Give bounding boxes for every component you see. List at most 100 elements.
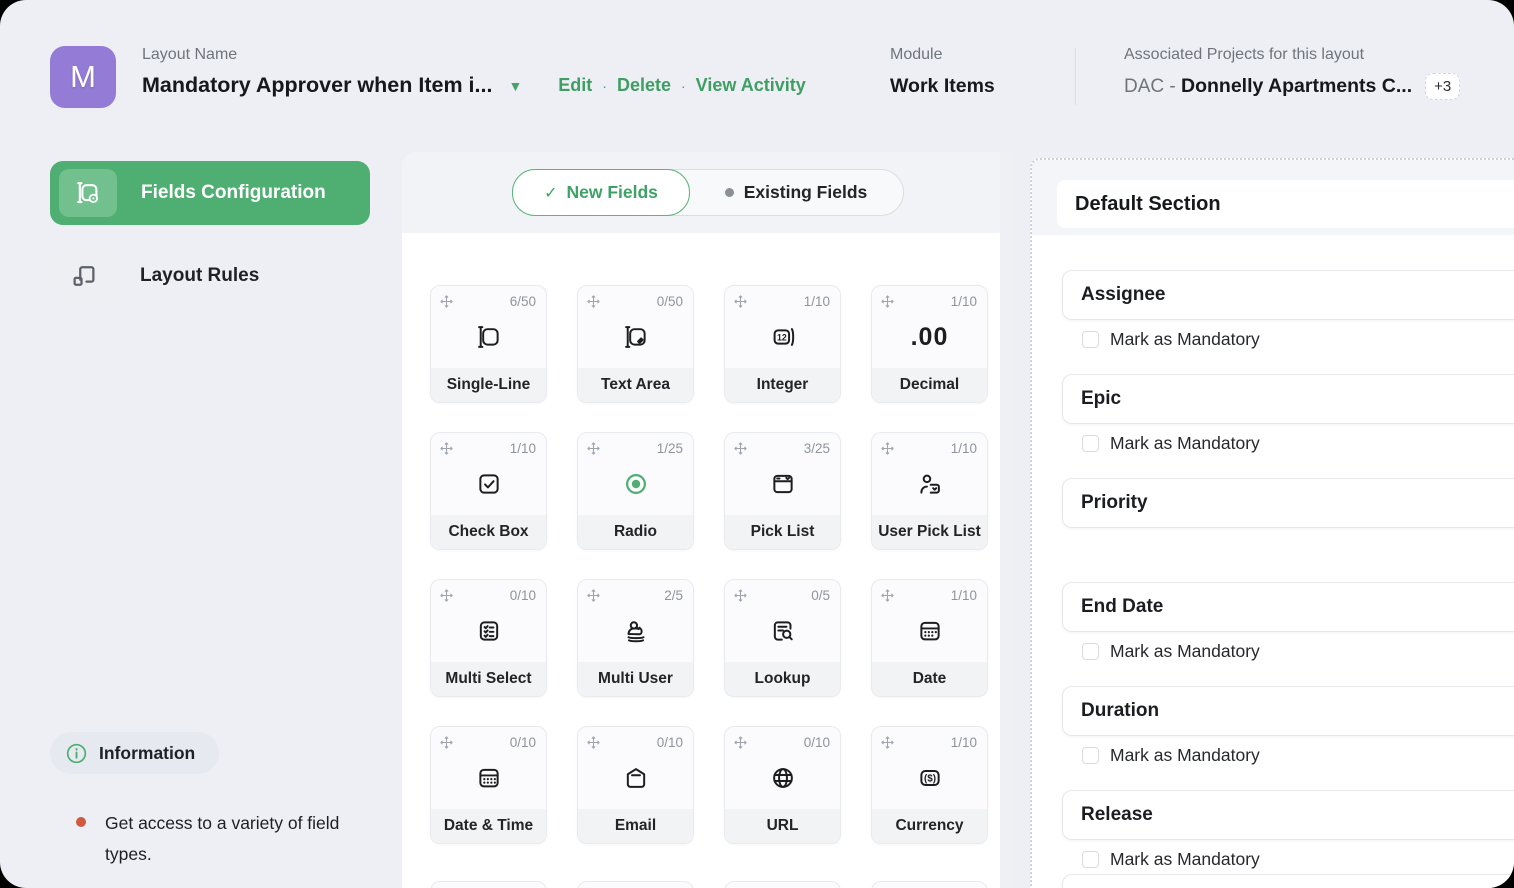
move-icon[interactable]: [881, 442, 894, 455]
field-name-box[interactable]: Assignee: [1062, 270, 1514, 320]
field-type-card[interactable]: 1/25 Radio: [577, 432, 694, 550]
view-activity-button[interactable]: View Activity: [696, 75, 806, 96]
field-type-card[interactable]: 1/10 Date: [871, 579, 988, 697]
multi-select-icon: [431, 607, 546, 655]
sidebar-item-layout-rules[interactable]: Layout Rules: [50, 246, 370, 306]
move-icon[interactable]: [734, 442, 747, 455]
date-time-icon: [431, 754, 546, 802]
field-type-label: Multi Select: [445, 670, 531, 688]
mandatory-row: Mark as Mandatory: [1082, 745, 1514, 766]
url-icon: [725, 754, 840, 802]
move-icon[interactable]: [440, 442, 453, 455]
field-type-card[interactable]: 3/25 Pick List: [724, 432, 841, 550]
move-icon[interactable]: [881, 736, 894, 749]
chevron-down-icon[interactable]: ▼: [508, 78, 522, 94]
layout-name-label: Layout Name: [142, 46, 806, 64]
clipped-field-box: [1062, 874, 1514, 888]
move-icon[interactable]: [734, 589, 747, 602]
module-value: Work Items: [890, 75, 995, 98]
section-fields: Assignee Mark as Mandatory Epic Mark as …: [1032, 235, 1514, 888]
field-count: 0/10: [510, 588, 536, 603]
mandatory-checkbox[interactable]: [1082, 851, 1099, 868]
field-type-card[interactable]: 1/10 .00 Decimal: [871, 285, 988, 403]
field-type-card[interactable]: 0/10 Multi Select: [430, 579, 547, 697]
single-line-icon: [431, 313, 546, 361]
mandatory-checkbox[interactable]: [1082, 435, 1099, 452]
email-icon: [578, 754, 693, 802]
field-type-label: Radio: [614, 523, 657, 541]
clipped-card: [430, 881, 547, 888]
field-type-card[interactable]: 0/5 Lookup: [724, 579, 841, 697]
more-projects-badge[interactable]: +3: [1425, 73, 1460, 100]
edit-button[interactable]: Edit: [558, 75, 592, 96]
info-icon: [66, 743, 87, 764]
field-name-box[interactable]: Epic: [1062, 374, 1514, 424]
field-name-box[interactable]: Priority: [1062, 478, 1514, 528]
move-icon[interactable]: [587, 442, 600, 455]
mandatory-row: Mark as Mandatory: [1082, 849, 1514, 870]
field-type-label: URL: [767, 817, 799, 835]
field-count: 1/10: [804, 294, 830, 309]
project-code: DAC -: [1124, 76, 1181, 98]
section-title[interactable]: Default Section: [1057, 180, 1514, 228]
field-type-card[interactable]: 1/10 User Pick List: [871, 432, 988, 550]
field-type-label: Decimal: [900, 376, 959, 394]
mandatory-row: Mark as Mandatory: [1082, 433, 1514, 454]
move-icon[interactable]: [587, 589, 600, 602]
mandatory-checkbox[interactable]: [1082, 331, 1099, 348]
field-type-label: Lookup: [755, 670, 811, 688]
field-type-card[interactable]: 2/5 Multi User: [577, 579, 694, 697]
module-block: Module Work Items: [890, 46, 995, 98]
field-name-box[interactable]: Release: [1062, 790, 1514, 840]
clipped-card-row: [430, 881, 988, 888]
layout-field: Epic Mark as Mandatory: [1032, 374, 1514, 454]
move-icon[interactable]: [440, 589, 453, 602]
field-type-card[interactable]: 1/10 12 Integer: [724, 285, 841, 403]
mandatory-checkbox[interactable]: [1082, 643, 1099, 660]
tab-new-fields[interactable]: ✓ New Fields: [512, 169, 690, 216]
mandatory-label: Mark as Mandatory: [1110, 641, 1260, 662]
field-type-card[interactable]: 0/50 Text Area: [577, 285, 694, 403]
field-count: 1/10: [510, 441, 536, 456]
field-type-card[interactable]: 1/10 ($) Currency: [871, 726, 988, 844]
field-count: 0/50: [657, 294, 683, 309]
field-count: 1/10: [951, 441, 977, 456]
move-icon[interactable]: [587, 736, 600, 749]
check-icon: ✓: [544, 183, 557, 203]
move-icon[interactable]: [881, 295, 894, 308]
field-count: 2/5: [664, 588, 683, 603]
sidebar-item-fields-configuration[interactable]: Fields Configuration: [50, 161, 370, 225]
layout-rules-icon: [50, 247, 117, 306]
field-type-card[interactable]: 1/10 Check Box: [430, 432, 547, 550]
field-name-box[interactable]: End Date: [1062, 582, 1514, 632]
tab-existing-fields[interactable]: Existing Fields: [689, 170, 903, 215]
delete-button[interactable]: Delete: [617, 75, 671, 96]
move-icon[interactable]: [734, 295, 747, 308]
field-type-label: Integer: [757, 376, 809, 394]
clipped-card: [871, 881, 988, 888]
field-name-box[interactable]: Duration: [1062, 686, 1514, 736]
mandatory-label: Mark as Mandatory: [1110, 329, 1260, 350]
vertical-scrollbar[interactable]: [1000, 152, 1014, 888]
field-type-card[interactable]: 0/10 Date & Time: [430, 726, 547, 844]
move-icon[interactable]: [881, 589, 894, 602]
clipped-card: [577, 881, 694, 888]
field-type-label: Date & Time: [444, 817, 533, 835]
mandatory-label: Mark as Mandatory: [1110, 433, 1260, 454]
mandatory-checkbox[interactable]: [1082, 747, 1099, 764]
associated-projects-block: Associated Projects for this layout DAC …: [1124, 46, 1460, 100]
fields-panel: ✓ New Fields Existing Fields 6/50 Single…: [402, 152, 1014, 888]
currency-icon: ($): [872, 754, 987, 802]
move-icon[interactable]: [440, 736, 453, 749]
field-type-label: Pick List: [751, 523, 815, 541]
move-icon[interactable]: [734, 736, 747, 749]
fields-tab-toggle: ✓ New Fields Existing Fields: [512, 169, 904, 216]
field-type-card[interactable]: 6/50 Single-Line: [430, 285, 547, 403]
field-type-card[interactable]: 0/10 URL: [724, 726, 841, 844]
field-type-card[interactable]: 0/10 Email: [577, 726, 694, 844]
layout-field: Priority Mark as Mandatory: [1032, 478, 1514, 558]
layout-field: Assignee Mark as Mandatory: [1032, 270, 1514, 350]
move-icon[interactable]: [587, 295, 600, 308]
field-type-label: Multi User: [598, 670, 673, 688]
move-icon[interactable]: [440, 295, 453, 308]
